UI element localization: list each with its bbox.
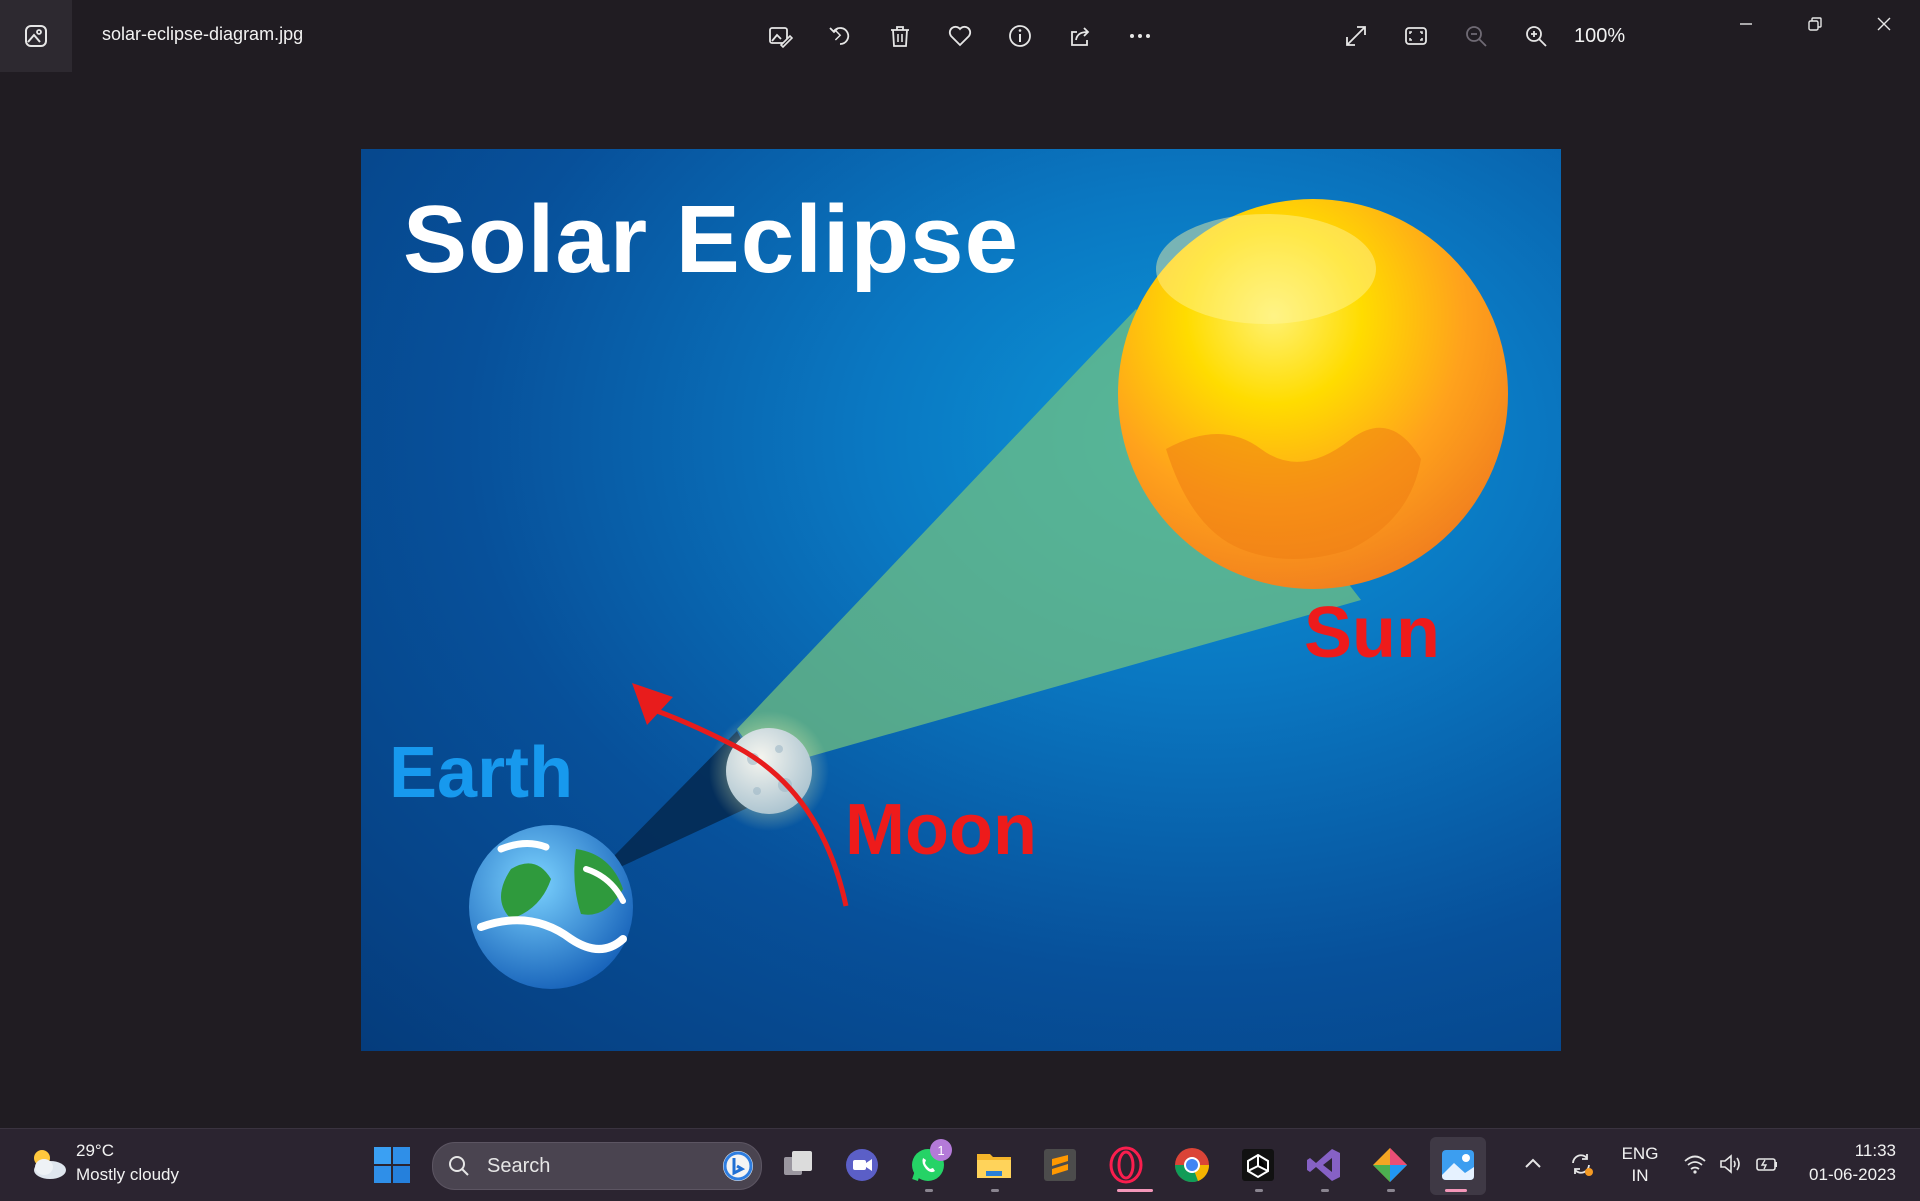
region-code: IN	[1631, 1166, 1649, 1185]
restore-icon	[1808, 17, 1822, 31]
favorite-button[interactable]	[942, 18, 978, 54]
volume-icon[interactable]	[1718, 1151, 1744, 1177]
file-explorer-app[interactable]	[972, 1143, 1016, 1187]
share-button[interactable]	[1062, 18, 1098, 54]
bing-icon[interactable]	[721, 1149, 755, 1183]
more-icon	[1130, 34, 1150, 38]
minimize-button[interactable]	[1724, 10, 1768, 38]
folder-icon	[977, 1154, 1011, 1178]
git-diamond-icon	[1373, 1148, 1407, 1182]
restore-button[interactable]	[1793, 10, 1837, 38]
chevron-up-icon[interactable]	[1520, 1151, 1546, 1177]
minimize-icon	[1740, 23, 1752, 25]
file-name: solar-eclipse-diagram.jpg	[102, 24, 304, 44]
windows-start-icon[interactable]	[372, 1145, 412, 1185]
zoom-in-button[interactable]	[1518, 18, 1554, 54]
explorer-running-indicator	[991, 1189, 999, 1192]
fit-to-window-icon	[1405, 27, 1427, 45]
opera-active-indicator	[1117, 1189, 1153, 1192]
clock-date[interactable]: 01-06-2023	[1809, 1165, 1896, 1185]
full-screen-icon	[1346, 26, 1366, 46]
language-code: ENG	[1621, 1144, 1659, 1163]
sublime-text-icon	[1044, 1149, 1076, 1181]
taskbar: 29°C Mostly cloudy Search ENG IN 11:33 0…	[0, 1128, 1920, 1201]
sync-icon[interactable]	[1568, 1151, 1594, 1177]
heart-icon	[948, 25, 972, 47]
git-tool-app[interactable]	[1368, 1143, 1412, 1187]
sun-highlight	[1156, 214, 1376, 324]
battery-icon[interactable]	[1754, 1151, 1780, 1177]
moon-crater	[753, 787, 761, 795]
whatsapp-notification-badge: 1	[930, 1139, 952, 1161]
moon-label: Moon	[845, 790, 1037, 870]
full-screen-button[interactable]	[1338, 18, 1374, 54]
zoom-out-icon	[1466, 26, 1487, 47]
photos-icon	[25, 25, 47, 47]
photos-active-indicator	[1445, 1189, 1467, 1192]
photos-app[interactable]	[1436, 1143, 1480, 1187]
fit-to-window-button[interactable]	[1398, 18, 1434, 54]
whatsapp-running-indicator	[925, 1189, 933, 1192]
close-icon	[1877, 17, 1891, 31]
task-view-icon	[784, 1151, 812, 1175]
delete-icon	[891, 26, 909, 47]
wifi-icon[interactable]	[1682, 1151, 1708, 1177]
weather-cloudy-icon[interactable]	[26, 1143, 70, 1183]
visual-studio-icon	[1307, 1149, 1340, 1181]
chrome-icon	[1175, 1148, 1210, 1183]
weather-condition[interactable]: Mostly cloudy	[76, 1165, 179, 1185]
photos-taskbar-icon	[1442, 1150, 1474, 1180]
info-icon	[1009, 25, 1031, 47]
git-running-indicator	[1387, 1189, 1395, 1192]
visual-studio-app[interactable]	[1302, 1143, 1346, 1187]
zoom-level[interactable]: 100%	[1574, 25, 1625, 48]
close-button[interactable]	[1862, 10, 1906, 38]
orbit-arrowhead	[632, 683, 673, 725]
weather-temperature[interactable]: 29°C	[76, 1141, 114, 1161]
delete-button[interactable]	[882, 18, 918, 54]
moon-crater	[775, 745, 783, 753]
file-info-button[interactable]	[1002, 18, 1038, 54]
teams-meet-app[interactable]	[840, 1143, 884, 1187]
title-bar: solar-eclipse-diagram.jpg 100%	[0, 0, 1920, 72]
more-options-button[interactable]	[1122, 18, 1158, 54]
task-view-button[interactable]	[776, 1143, 820, 1187]
diagram-title: Solar Eclipse	[403, 186, 1019, 293]
search-icon	[449, 1156, 469, 1176]
unity-app[interactable]	[1236, 1143, 1280, 1187]
photos-app-icon[interactable]	[0, 0, 72, 72]
clock-time[interactable]: 11:33	[1855, 1141, 1896, 1161]
opera-gx-icon	[1109, 1146, 1143, 1184]
share-icon	[1071, 27, 1090, 46]
zoom-out-button[interactable]	[1458, 18, 1494, 54]
edit-image-icon	[769, 27, 793, 49]
language-indicator[interactable]: ENG IN	[1618, 1143, 1662, 1187]
opera-gx-app[interactable]	[1104, 1143, 1148, 1187]
video-call-icon	[846, 1149, 878, 1181]
sun-label: Sun	[1304, 593, 1440, 673]
eclipse-diagram-image: Solar Eclipse Sun Moon Earth	[361, 149, 1561, 1051]
search-placeholder: Search	[487, 1155, 551, 1177]
unity-running-indicator	[1255, 1189, 1263, 1192]
taskbar-search-box[interactable]: Search	[432, 1142, 762, 1190]
rotate-icon	[829, 27, 850, 45]
earth-label: Earth	[389, 733, 574, 813]
sublime-text-app[interactable]	[1038, 1143, 1082, 1187]
vs-running-indicator	[1321, 1189, 1329, 1192]
edit-image-button[interactable]	[762, 18, 798, 54]
chrome-app[interactable]	[1170, 1143, 1214, 1187]
zoom-in-icon	[1526, 26, 1547, 47]
unity-icon	[1242, 1149, 1274, 1181]
rotate-button[interactable]	[822, 18, 858, 54]
